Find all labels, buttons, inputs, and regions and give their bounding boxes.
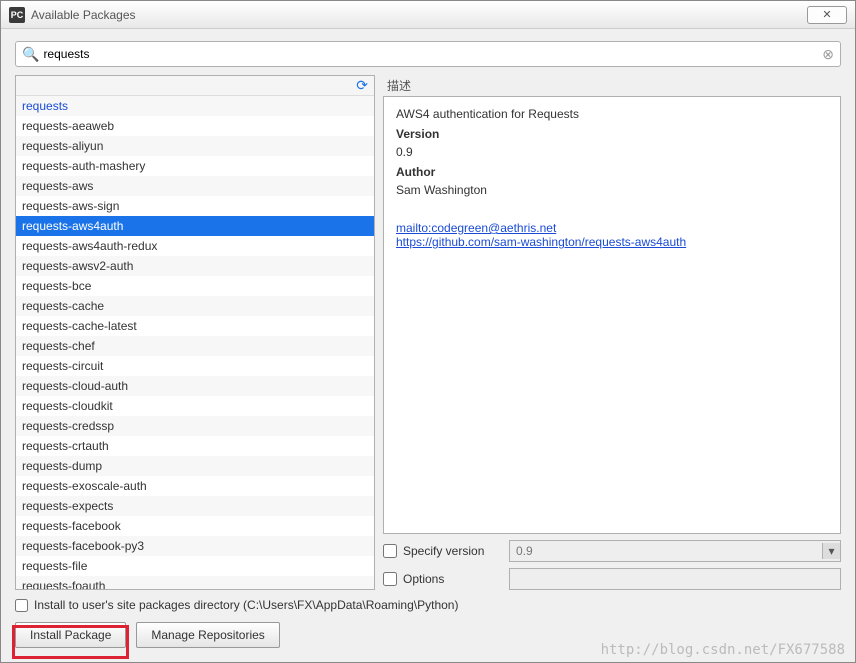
version-label: Version — [396, 127, 828, 141]
list-header: ⟳ — [16, 76, 374, 96]
specify-version-label: Specify version — [403, 544, 503, 558]
specify-version-checkbox[interactable] — [383, 544, 397, 558]
package-item[interactable]: requests-facebook — [16, 516, 374, 536]
titlebar: PC Available Packages ✕ — [1, 1, 855, 29]
options-checkbox[interactable] — [383, 572, 397, 586]
package-item[interactable]: requests-expects — [16, 496, 374, 516]
package-item[interactable]: requests-aliyun — [16, 136, 374, 156]
options-input[interactable] — [509, 568, 841, 590]
description-label: 描述 — [383, 75, 841, 96]
manage-repositories-button[interactable]: Manage Repositories — [136, 622, 279, 648]
install-dir-label: Install to user's site packages director… — [34, 598, 458, 612]
refresh-icon[interactable]: ⟳ — [356, 77, 368, 94]
install-dir-checkbox[interactable] — [15, 599, 28, 612]
package-item[interactable]: requests-aws — [16, 176, 374, 196]
dialog-window: PC Available Packages ✕ 🔍 ⊗ ⟳ requestsre… — [0, 0, 856, 663]
package-item[interactable]: requests-crtauth — [16, 436, 374, 456]
author-label: Author — [396, 165, 828, 179]
chevron-down-icon: ▾ — [822, 543, 840, 559]
package-list-pane: ⟳ requestsrequests-aeawebrequests-aliyun… — [15, 75, 375, 590]
package-item[interactable]: requests-exoscale-auth — [16, 476, 374, 496]
package-item[interactable]: requests-cache-latest — [16, 316, 374, 336]
install-package-button[interactable]: Install Package — [15, 622, 126, 648]
app-icon: PC — [9, 7, 25, 23]
version-value: 0.9 — [396, 145, 828, 159]
search-input[interactable] — [43, 47, 822, 61]
package-item[interactable]: requests-dump — [16, 456, 374, 476]
package-list[interactable]: requestsrequests-aeawebrequests-aliyunre… — [16, 96, 374, 589]
author-value: Sam Washington — [396, 183, 828, 197]
search-field-wrap: 🔍 ⊗ — [15, 41, 841, 67]
button-row: Install Package Manage Repositories — [15, 622, 841, 648]
install-dir-row: Install to user's site packages director… — [15, 598, 841, 612]
package-item[interactable]: requests-circuit — [16, 356, 374, 376]
close-icon: ✕ — [822, 8, 831, 21]
package-item[interactable]: requests-foauth — [16, 576, 374, 589]
version-dropdown-value: 0.9 — [516, 544, 533, 558]
options-label: Options — [403, 572, 503, 586]
close-button[interactable]: ✕ — [807, 6, 847, 24]
search-icon: 🔍 — [22, 46, 39, 63]
options-row: Options — [383, 568, 841, 590]
package-item[interactable]: requests-awsv2-auth — [16, 256, 374, 276]
main-area: ⟳ requestsrequests-aeawebrequests-aliyun… — [1, 75, 855, 590]
version-dropdown[interactable]: 0.9 ▾ — [509, 540, 841, 562]
package-item[interactable]: requests-aws-sign — [16, 196, 374, 216]
search-row: 🔍 ⊗ — [1, 29, 855, 75]
mailto-link[interactable]: mailto:codegreen@aethris.net — [396, 221, 828, 235]
repo-link[interactable]: https://github.com/sam-washington/reques… — [396, 235, 828, 249]
package-item[interactable]: requests-file — [16, 556, 374, 576]
package-item[interactable]: requests-auth-mashery — [16, 156, 374, 176]
description-box: AWS4 authentication for Requests Version… — [383, 96, 841, 534]
package-item[interactable]: requests — [16, 96, 374, 116]
package-item[interactable]: requests-aws4auth — [16, 216, 374, 236]
specify-version-row: Specify version 0.9 ▾ — [383, 540, 841, 562]
package-item[interactable]: requests-bce — [16, 276, 374, 296]
bottom-bar: Install to user's site packages director… — [1, 590, 855, 662]
detail-pane: 描述 AWS4 authentication for Requests Vers… — [383, 75, 841, 590]
window-title: Available Packages — [31, 8, 807, 22]
package-summary: AWS4 authentication for Requests — [396, 107, 828, 121]
package-item[interactable]: requests-cloudkit — [16, 396, 374, 416]
package-item[interactable]: requests-cache — [16, 296, 374, 316]
package-item[interactable]: requests-credssp — [16, 416, 374, 436]
clear-icon[interactable]: ⊗ — [822, 46, 834, 63]
package-item[interactable]: requests-cloud-auth — [16, 376, 374, 396]
package-item[interactable]: requests-chef — [16, 336, 374, 356]
package-item[interactable]: requests-facebook-py3 — [16, 536, 374, 556]
links-block: mailto:codegreen@aethris.net https://git… — [396, 221, 828, 249]
package-item[interactable]: requests-aeaweb — [16, 116, 374, 136]
package-item[interactable]: requests-aws4auth-redux — [16, 236, 374, 256]
